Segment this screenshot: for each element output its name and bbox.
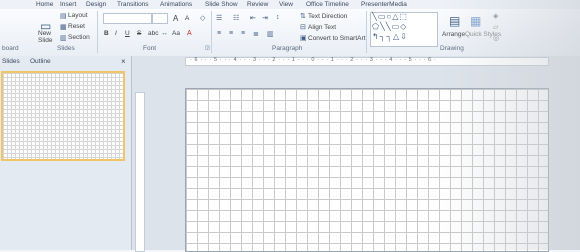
layout-icon: ▤ [60, 13, 67, 20]
quick-styles-icon[interactable]: ▦ [470, 14, 481, 28]
tab-home[interactable]: Home [36, 0, 53, 9]
shape-outline-icon[interactable]: ▱ [493, 23, 498, 31]
slide-thumbnail[interactable] [1, 71, 125, 161]
convert-to-smartart-button[interactable]: Convert to SmartArt [308, 35, 365, 42]
char-spacing-icon[interactable]: ↔ [161, 30, 168, 37]
justify-icon[interactable]: ≣ [253, 30, 259, 38]
align-center-icon[interactable]: ≡ [229, 30, 233, 37]
text-direction-button[interactable]: Text Direction [308, 13, 347, 20]
clipboard-group-label: board [2, 45, 19, 52]
horizontal-ruler[interactable]: · 6 · · · 5 · · · 4 · · · 3 · · · 2 · · … [185, 57, 549, 66]
slide-canvas[interactable] [185, 88, 549, 252]
shapes-row1-icons[interactable]: ╲▭○△⬚ [372, 12, 408, 21]
shrink-font-button[interactable]: A [185, 15, 189, 22]
section-button[interactable]: Section [68, 34, 90, 41]
smartart-icon: ▣ [300, 35, 307, 42]
tab-slides[interactable]: Slides [2, 57, 20, 66]
section-icon: ▥ [60, 35, 67, 42]
tab-transitions[interactable]: Transitions [117, 0, 149, 9]
change-case-button[interactable]: Aa [172, 30, 180, 37]
arrange-button[interactable]: Arrange [442, 31, 465, 38]
font-size-box[interactable] [152, 13, 168, 24]
drawing-group-label: Drawing [440, 45, 464, 52]
align-right-icon[interactable]: ≡ [241, 30, 245, 37]
font-name-box[interactable] [103, 13, 152, 24]
tab-review[interactable]: Review [247, 0, 268, 9]
reset-button[interactable]: Reset [68, 23, 85, 30]
tab-view[interactable]: View [279, 0, 293, 9]
bold-button[interactable]: B [104, 30, 109, 37]
shapes-row2-icons[interactable]: ⬠╲╲▭◇ [372, 22, 407, 31]
slides-group-label: Slides [57, 45, 75, 52]
vertical-ruler[interactable] [135, 92, 145, 252]
shape-effects-icon[interactable]: ◎ [493, 34, 499, 42]
tab-design[interactable]: Design [86, 0, 106, 9]
paragraph-group-label: Paragraph [272, 45, 303, 52]
align-left-icon[interactable]: ≡ [217, 30, 221, 37]
increase-indent-icon[interactable]: ⇥ [262, 14, 268, 22]
close-panel-icon[interactable]: × [121, 57, 126, 66]
clear-formatting-icon[interactable]: ◇ [200, 14, 205, 22]
new-slide-button-line2[interactable]: Slide [38, 37, 52, 44]
bullets-icon[interactable]: ☰ [216, 14, 222, 22]
font-color-icon[interactable]: A [187, 30, 192, 37]
new-slide-button[interactable]: New [38, 30, 51, 37]
columns-icon[interactable]: ▥ [267, 30, 274, 38]
line-spacing-icon[interactable]: ↕ [276, 14, 280, 21]
grow-font-button[interactable]: A [173, 14, 178, 23]
tab-office-timeline[interactable]: Office Timeline [306, 0, 349, 9]
separator [366, 11, 367, 53]
numbering-icon[interactable]: ☷ [233, 14, 239, 22]
ribbon: board ▭ New Slide ▤ Layout ▦ Reset ▥ Sec… [0, 9, 580, 57]
reset-icon: ▦ [60, 24, 67, 31]
align-text-button[interactable]: Align Text [308, 24, 336, 31]
underline-button[interactable]: U [125, 30, 130, 37]
dialog-launcher-icon[interactable]: ◲ [205, 45, 210, 51]
tab-animations[interactable]: Animations [160, 0, 192, 9]
arrange-icon[interactable]: ▤ [449, 14, 460, 28]
shapes-row3-icons[interactable]: ↰┐┐△⇩ [372, 32, 408, 41]
italic-button[interactable]: I [115, 30, 117, 37]
layout-button[interactable]: Layout [68, 12, 88, 19]
tab-outline[interactable]: Outline [30, 57, 51, 66]
align-text-icon: ⊟ [300, 24, 306, 31]
strikethrough-button[interactable]: S [137, 30, 141, 37]
tab-slide-show[interactable]: Slide Show [205, 0, 238, 9]
shape-fill-icon[interactable]: ◈ [493, 12, 498, 20]
tab-insert[interactable]: Insert [60, 0, 76, 9]
ruler-labels: · 6 · · · 5 · · · 4 · · · 3 · · · 2 · · … [190, 57, 437, 63]
shadow-button[interactable]: abc [148, 30, 158, 37]
separator [211, 11, 212, 53]
font-group-label: Font [143, 45, 157, 52]
text-direction-icon: ⇅ [300, 13, 306, 20]
tab-presentermedia[interactable]: PresenterMedia [361, 0, 407, 9]
decrease-indent-icon[interactable]: ⇤ [250, 14, 256, 22]
separator [97, 11, 98, 53]
